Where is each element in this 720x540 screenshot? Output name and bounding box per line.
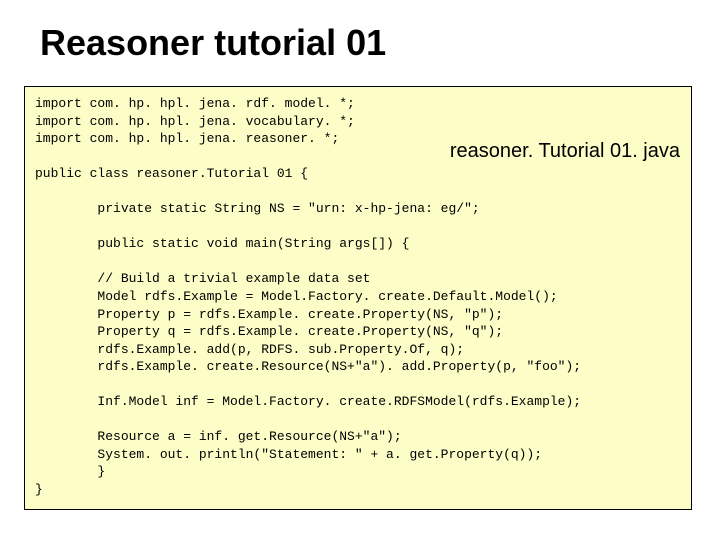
filename-label: reasoner. Tutorial 01. java	[450, 140, 680, 163]
slide: Reasoner tutorial 01 import com. hp. hpl…	[0, 0, 720, 540]
slide-title: Reasoner tutorial 01	[40, 22, 386, 64]
